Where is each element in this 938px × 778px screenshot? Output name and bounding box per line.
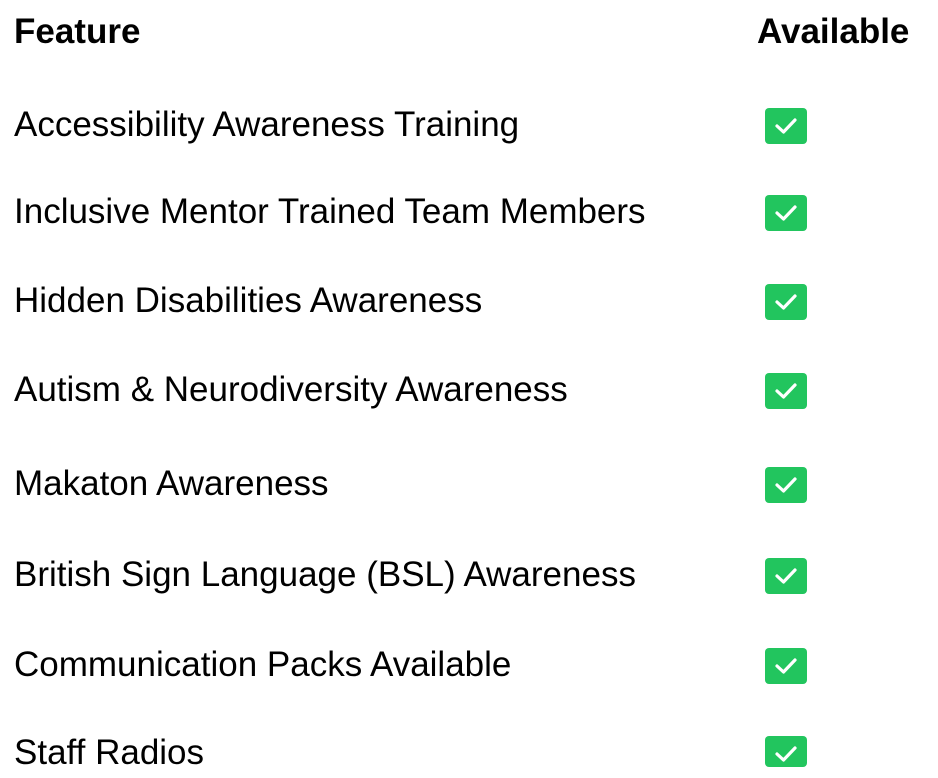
available-column-header: Available xyxy=(757,12,910,51)
table-row: Staff Radios xyxy=(0,728,938,778)
check-icon xyxy=(765,108,807,144)
check-icon xyxy=(765,467,807,503)
table-row: Inclusive Mentor Trained Team Members xyxy=(0,187,938,237)
check-icon xyxy=(765,558,807,594)
feature-label: Accessibility Awareness Training xyxy=(14,105,520,144)
feature-label: British Sign Language (BSL) Awareness xyxy=(14,555,636,594)
feature-column-header: Feature xyxy=(14,12,141,51)
feature-label: Staff Radios xyxy=(14,733,205,772)
features-table: Feature Available Accessibility Awarenes… xyxy=(0,0,938,773)
feature-label: Autism & Neurodiversity Awareness xyxy=(14,370,568,409)
feature-label: Communication Packs Available xyxy=(14,645,512,684)
check-icon xyxy=(765,284,807,320)
check-icon xyxy=(765,195,807,231)
table-header: Feature Available xyxy=(0,8,938,56)
check-icon xyxy=(765,648,807,684)
check-icon xyxy=(765,373,807,409)
table-row: Autism & Neurodiversity Awareness xyxy=(0,365,938,415)
table-row: Hidden Disabilities Awareness xyxy=(0,276,938,326)
check-icon xyxy=(765,736,807,767)
table-row: Makaton Awareness xyxy=(0,459,938,509)
feature-label: Makaton Awareness xyxy=(14,464,329,503)
table-row: Communication Packs Available xyxy=(0,640,938,690)
table-row: British Sign Language (BSL) Awareness xyxy=(0,550,938,600)
feature-label: Inclusive Mentor Trained Team Members xyxy=(14,192,646,231)
table-row: Accessibility Awareness Training xyxy=(0,100,938,150)
feature-label: Hidden Disabilities Awareness xyxy=(14,281,483,320)
